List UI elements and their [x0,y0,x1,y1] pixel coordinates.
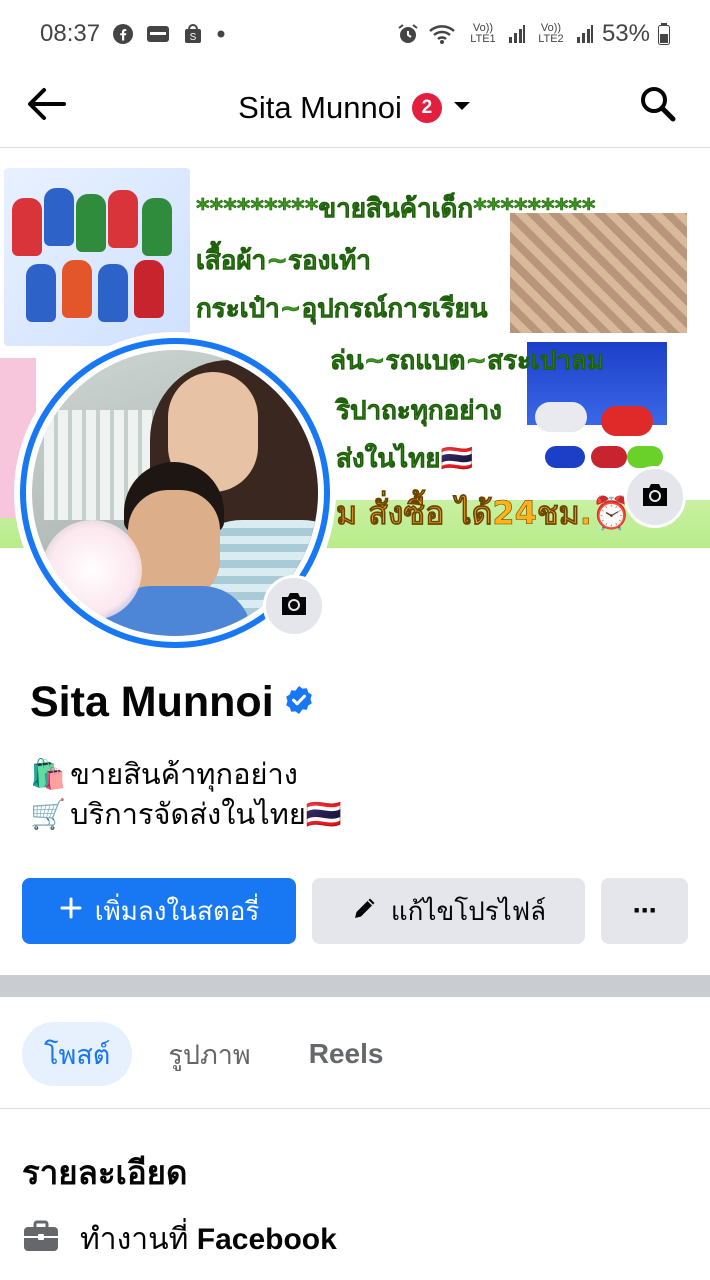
search-button[interactable] [634,82,682,130]
kid-figure [62,260,92,318]
status-right: Vo)) LTE1 Vo)) LTE2 53% [396,20,670,48]
cover-text-line: เสื้อผ้า~รองเท้า [196,246,371,277]
alarm-icon [396,22,420,46]
signal-icon-1 [508,24,526,44]
section-divider [0,975,710,997]
notification-badge: 2 [411,93,442,123]
card-icon [146,24,170,44]
work-prefix: ทำงานที่ [80,1222,189,1257]
cover-text-line: *********ขายสินค้าเด็ก********* [196,194,596,225]
kid-figure [26,264,56,322]
battery-percent: 53% [601,20,650,47]
arrow-left-icon [26,86,66,127]
search-icon [639,85,677,128]
kid-figure [134,260,164,318]
briefcase-icon [22,1219,60,1261]
more-dots-icon: ··· [632,894,659,927]
kids-clothing-photo [4,168,190,346]
cover-text-line: ล่น~รถแบต~สระเปาลม [330,346,605,377]
pencil-icon [351,894,379,929]
cover-text-line: กระเป๋า~อุปกรณ์การเรียน [196,294,488,325]
profile-bio: 🛍️ ขายสินค้าทุกอย่าง 🛒 บริการจัดส่งในไทย… [30,754,342,834]
profile-tabs: โพสต์ รูปภาพ Reels [22,1022,405,1086]
cover-text-line: ม สั่งซื้อ ได้24ชม.⏰ [336,494,632,533]
sim2-label: Vo)) LTE2 [538,22,564,45]
shopping-cart-icon: 🛒 [30,797,67,831]
kid-figure [76,194,106,252]
status-bar: 08:37 S Vo)) LTE1 Vo)) LTE2 53% [0,0,710,68]
avatar-boy-face [128,490,220,600]
profile-actions: เพิ่มลงในสตอรี่ แก้ไขโปรไฟล์ ··· [22,878,688,944]
kid-figure [108,190,138,248]
work-detail-row[interactable]: ทำงานที่ Facebook [22,1216,337,1263]
bike-figure [627,446,663,468]
edit-profile-picture-button[interactable] [263,575,325,637]
top-app-bar: Sita Munnoi 2 [0,68,710,148]
tab-reels[interactable]: Reels [287,1022,406,1086]
bike-figure [601,406,653,436]
dot-icon [216,29,226,39]
bio-line: 🛒 บริการจัดส่งในไทย🇹🇭 [30,794,342,834]
chevron-down-icon [452,99,472,118]
camera-icon [279,591,309,622]
status-time: 08:37 [40,20,101,47]
kid-figure [12,198,42,256]
camera-icon [640,482,670,513]
cover-text-line: ส่งในไทย🇹🇭 [336,444,473,475]
add-to-story-label: เพิ่มลงในสตอรี่ [94,896,260,927]
signal-icon-2 [576,24,594,44]
edit-profile-button[interactable]: แก้ไขโปรไฟล์ [312,878,585,944]
bike-figure [545,446,585,468]
plus-icon [59,896,83,927]
status-left: 08:37 S [40,20,226,48]
tab-posts[interactable]: โพสต์ [22,1022,133,1086]
shopping-bags-icon: 🛍️ [30,757,67,791]
more-options-button[interactable]: ··· [601,878,688,944]
kid-figure [98,264,128,322]
sim1-label: Vo)) LTE1 [470,22,496,45]
bio-text: ขายสินค้าทุกอย่าง [70,757,298,791]
bio-text: บริการจัดส่งในไทย🇹🇭 [70,797,342,831]
profile-name: Sita Munnoi [30,678,274,726]
back-button[interactable] [22,82,70,130]
svg-text:S: S [190,32,197,43]
bike-figure [535,402,587,432]
details-heading: รายละเอียด [22,1153,188,1192]
tab-photos[interactable]: รูปภาพ [146,1022,272,1086]
tabs-divider [0,1108,710,1109]
profile-name-row: Sita Munnoi [30,678,314,727]
verified-badge-icon [284,685,314,720]
add-to-story-button[interactable]: เพิ่มลงในสตอรี่ [22,878,296,944]
shop-icon: S [182,23,204,45]
avatar-blur-overlay [42,520,142,620]
bio-line: 🛍️ ขายสินค้าทุกอย่าง [30,754,342,794]
bike-figure [591,446,627,468]
kid-figure [142,198,172,256]
battery-icon [658,23,670,45]
header-title: Sita Munnoi [238,90,402,125]
facebook-icon [112,23,134,45]
profile-switcher[interactable]: Sita Munnoi 2 [0,68,710,148]
work-company: Facebook [196,1223,337,1256]
cover-text-line: ริปาถะทุกอย่าง [336,396,502,427]
edit-cover-button[interactable] [624,466,686,528]
wifi-icon [428,22,458,46]
kid-figure [44,188,74,246]
edit-profile-label: แก้ไขโปรไฟล์ [390,896,547,927]
